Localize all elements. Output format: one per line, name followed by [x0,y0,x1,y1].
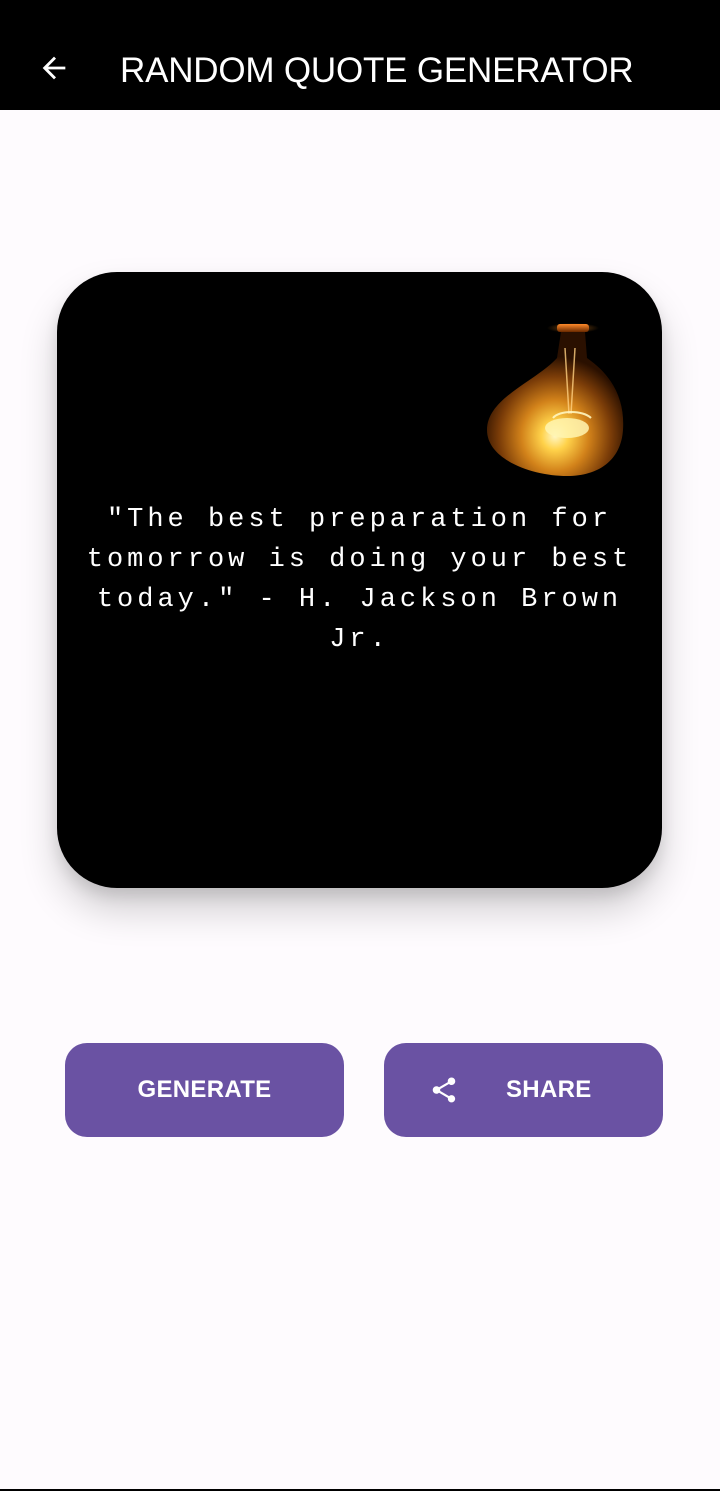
share-button[interactable]: SHARE [384,1043,663,1137]
quote-text: "The best preparation for tomorrow is do… [86,505,633,655]
share-icon [429,1075,459,1105]
generate-button-label: GENERATE [137,1076,272,1103]
arrow-back-icon [37,51,71,85]
light-bulb-icon [483,318,649,484]
app-bar: RANDOM QUOTE GENERATOR [0,0,720,110]
page-title: RANDOM QUOTE GENERATOR [120,51,634,90]
generate-button[interactable]: GENERATE [65,1043,344,1137]
share-button-label: SHARE [506,1076,592,1103]
back-button[interactable] [22,36,86,100]
app-screen: RANDOM QUOTE GENERATOR "The best prepara… [0,0,720,1491]
quote-card: "The best preparation for tomorrow is do… [57,272,662,888]
